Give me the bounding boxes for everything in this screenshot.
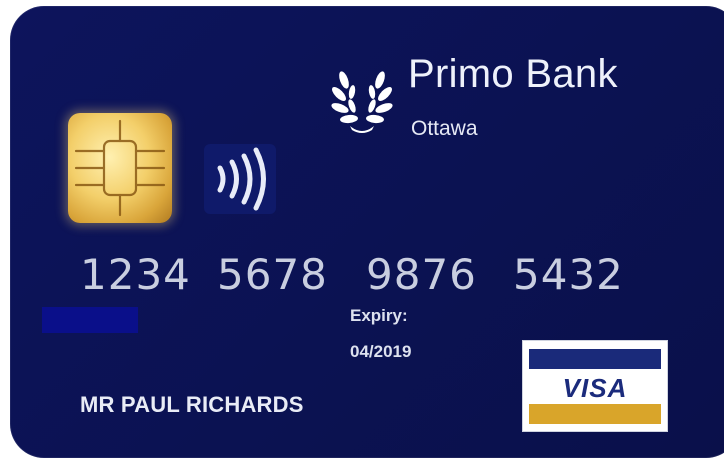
contactless-icon [204,144,276,214]
visa-gold-stripe [529,404,661,424]
bank-name: Primo Bank [408,52,618,96]
card-number-group-2: 5678 [217,250,328,299]
card-number-group-1: 1234 [80,250,191,299]
laurel-wreath-icon [331,71,393,133]
visa-blue-stripe [529,349,661,369]
redaction-bar [42,307,138,333]
expiry-date: 04/2019 [350,342,412,361]
credit-card: Primo Bank Ottawa 1234 5678 9876 5432 Ex… [10,6,724,458]
card-number-group-4: 5432 [513,250,624,299]
emv-chip-icon [68,113,172,223]
visa-logo-icon: VISA [522,340,668,432]
visa-wordmark: VISA [562,373,628,403]
card-number-group-3: 9876 [366,250,477,299]
cardholder-name: MR PAUL RICHARDS [80,392,304,417]
bank-city: Ottawa [411,117,478,140]
expiry-label: Expiry: [350,306,408,325]
